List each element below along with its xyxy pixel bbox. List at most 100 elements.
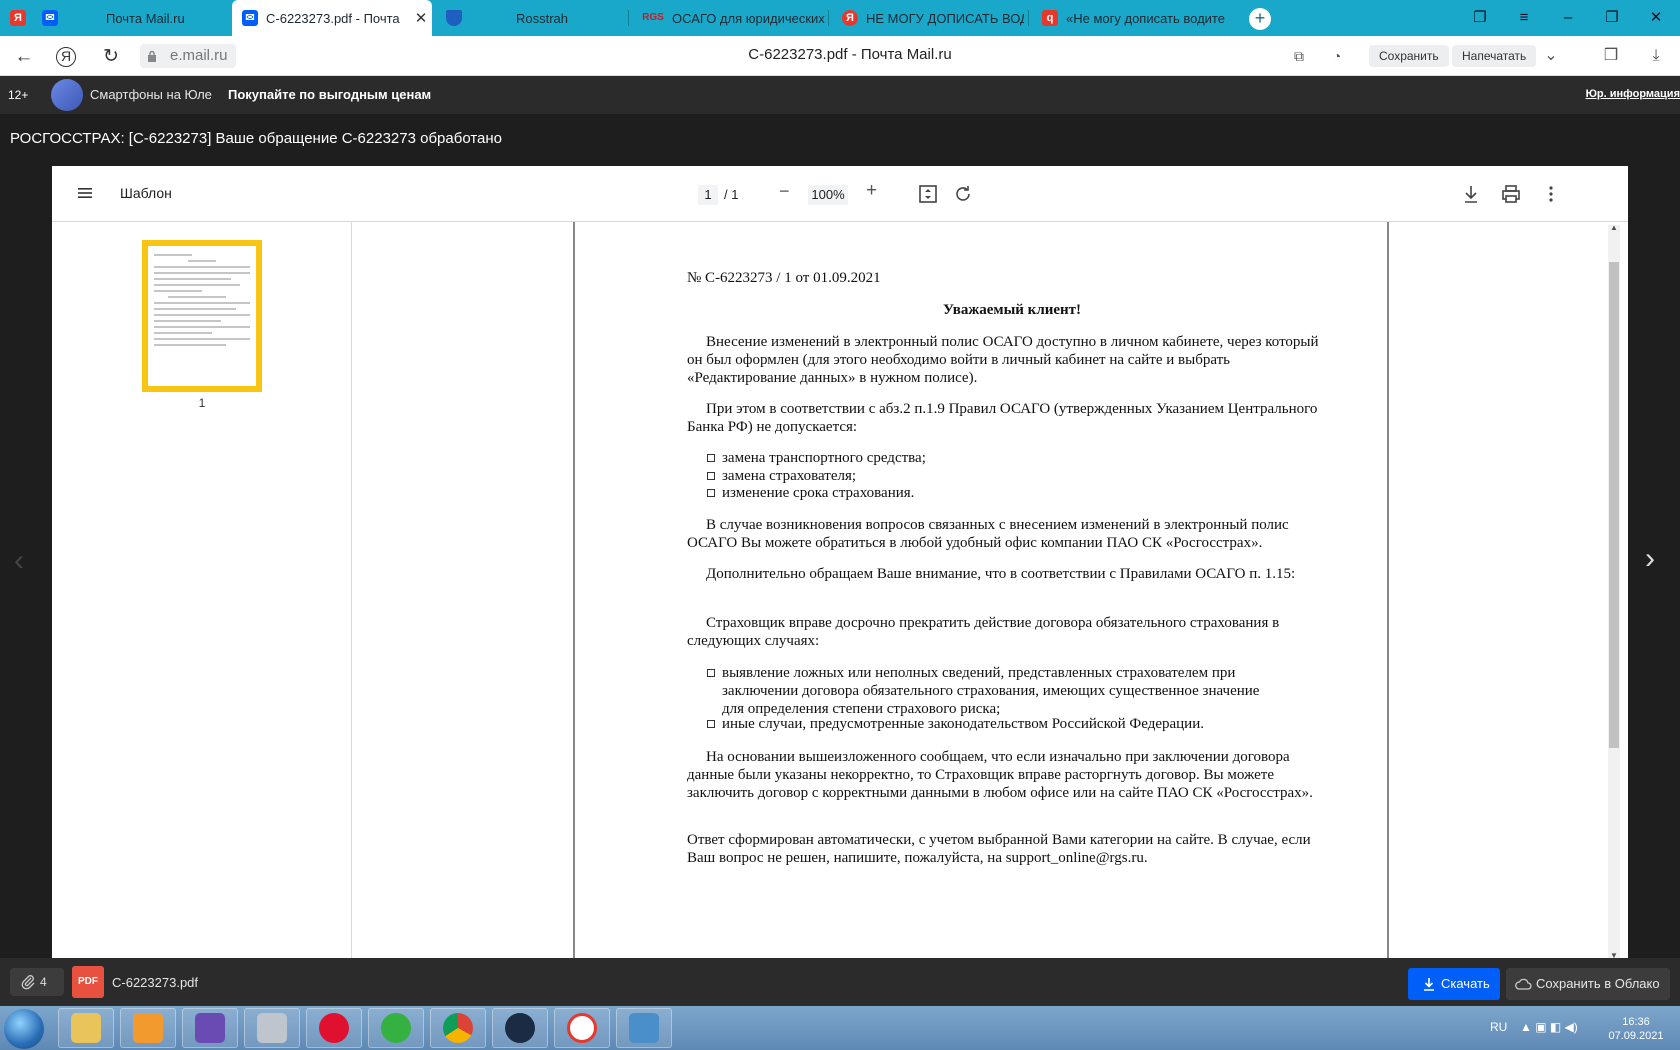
- attachment-bar: 4 PDF C-6223273.pdf Скачать Сохранить в …: [0, 958, 1680, 1006]
- language-indicator[interactable]: RU: [1490, 1020, 1507, 1034]
- zoom-in-icon[interactable]: +: [866, 180, 877, 202]
- tab-yandex[interactable]: Я: [0, 0, 30, 36]
- yandex-icon: Я: [842, 10, 858, 26]
- tab-divider: [828, 10, 829, 26]
- document-area: № C-6223273 / 1 от 01.09.2021 Уважаемый …: [352, 222, 1628, 958]
- close-window-icon[interactable]: ✕: [1644, 8, 1668, 28]
- age-rating: 12+: [8, 88, 29, 102]
- tab-osago[interactable]: RGS ОСАГО для юридических: [632, 0, 826, 36]
- tab-rosstrah[interactable]: Rosstrah: [436, 0, 626, 36]
- document-paragraph: Страховщик вправе досрочно прекратить де…: [687, 615, 1280, 649]
- icq-taskbar-icon[interactable]: [368, 1008, 424, 1048]
- explorer-taskbar-icon[interactable]: [58, 1008, 114, 1048]
- page-thumbnail[interactable]: [142, 240, 262, 392]
- mail-icon: ✉: [242, 10, 258, 26]
- opera-taskbar-icon[interactable]: [306, 1008, 362, 1048]
- attachment-filename[interactable]: C-6223273.pdf: [112, 975, 198, 990]
- download-button[interactable]: Скачать: [1408, 968, 1500, 1000]
- fit-page-icon[interactable]: [917, 183, 939, 205]
- print-button[interactable]: Напечатать: [1452, 45, 1537, 67]
- rgs-icon: RGS: [642, 12, 664, 23]
- chrome-taskbar-icon[interactable]: [430, 1008, 486, 1048]
- scroll-up-icon[interactable]: ▲: [1610, 223, 1618, 232]
- scroll-down-icon[interactable]: ▼: [1610, 951, 1618, 958]
- collections-icon[interactable]: ❒: [1600, 45, 1622, 67]
- os-taskbar: RU ▲ ▣ ◧ ◀) 16:36 07.09.2021: [0, 1006, 1680, 1050]
- copy-icon[interactable]: ⧉: [1288, 45, 1310, 67]
- ad-title[interactable]: Смартфоны на Юле: [90, 87, 212, 102]
- alice-icon[interactable]: ◔: [1326, 45, 1348, 67]
- more-options-icon[interactable]: [1540, 183, 1562, 205]
- yandex-q-icon: q: [1042, 10, 1058, 26]
- minimize-icon[interactable]: –: [1556, 8, 1580, 28]
- picture-viewer-taskbar-icon[interactable]: [616, 1008, 672, 1048]
- menu-icon[interactable]: ≡: [1512, 8, 1536, 28]
- restore-icon[interactable]: ❐: [1600, 8, 1624, 28]
- ad-banner[interactable]: 12+ Смартфоны на Юле Покупайте по выгодн…: [0, 76, 1680, 114]
- print-icon[interactable]: [1500, 183, 1522, 205]
- close-tab-icon[interactable]: ✕: [410, 9, 432, 27]
- legal-info-link[interactable]: Юр. информация: [1586, 88, 1680, 100]
- download-icon[interactable]: [1460, 183, 1482, 205]
- document-paragraph: Внесение изменений в электронный полис О…: [687, 334, 1319, 386]
- pdf-toolbar: Шаблон 1 / 1 − 100% +: [52, 166, 1628, 222]
- paperclip-icon: [21, 975, 35, 990]
- bookmarks-icon[interactable]: ❐: [1468, 8, 1492, 28]
- tab-divider: [1028, 10, 1029, 26]
- visual-studio-taskbar-icon[interactable]: [182, 1008, 238, 1048]
- next-arrow-icon[interactable]: ›: [1645, 542, 1655, 576]
- yandex-icon: Я: [10, 10, 26, 26]
- attachments-count-button[interactable]: 4: [10, 968, 64, 996]
- zoom-out-icon[interactable]: −: [779, 181, 790, 202]
- back-icon[interactable]: ←: [12, 46, 36, 68]
- start-button[interactable]: [4, 1009, 44, 1049]
- chevron-down-icon[interactable]: ⌄: [1540, 45, 1562, 67]
- document-number: № C-6223273 / 1 от 01.09.2021: [687, 270, 881, 286]
- tab-divider: [628, 10, 629, 26]
- save-button[interactable]: Сохранить: [1369, 45, 1449, 67]
- hamburger-icon[interactable]: [76, 184, 94, 202]
- yandex-browser-taskbar-icon[interactable]: [554, 1008, 610, 1048]
- page-number-input[interactable]: 1: [698, 185, 718, 205]
- rotate-icon[interactable]: [952, 183, 974, 205]
- camera-taskbar-icon[interactable]: [492, 1008, 548, 1048]
- page-title: C-6223273.pdf - Почта Mail.ru: [748, 46, 952, 63]
- document-title: Шаблон: [120, 185, 172, 201]
- thumbnail-sidebar: 1: [52, 222, 352, 958]
- system-tray-icons[interactable]: ▲ ▣ ◧ ◀): [1520, 1020, 1578, 1034]
- tab-yandex-q2[interactable]: q «Не могу дописать водите: [1032, 0, 1232, 36]
- scrollbar[interactable]: ▲ ▼: [1608, 223, 1620, 958]
- media-player-taskbar-icon[interactable]: [120, 1008, 176, 1048]
- shield-icon: [446, 10, 462, 26]
- download-icon: [1424, 978, 1434, 991]
- lock-icon: [148, 50, 156, 62]
- reload-icon[interactable]: ↻: [99, 46, 123, 68]
- pdf-page: № C-6223273 / 1 от 01.09.2021 Уважаемый …: [573, 222, 1389, 958]
- tab-mail-inbox[interactable]: ✉ Почта Mail.ru: [32, 0, 228, 36]
- pdf-file-icon[interactable]: PDF: [72, 966, 104, 998]
- ad-text[interactable]: Покупайте по выгодным ценам: [228, 87, 431, 102]
- mail-icon: ✉: [42, 10, 58, 26]
- document-paragraph: В случае возникновения вопросов связанны…: [687, 517, 1289, 551]
- download-icon[interactable]: ⤓: [1645, 45, 1667, 67]
- document-paragraph: На основании вышеизложенного сообщаем, ч…: [687, 749, 1313, 801]
- page-total: / 1: [724, 187, 739, 202]
- previous-arrow-icon[interactable]: ‹: [14, 544, 24, 578]
- document-paragraph: Дополнительно обращаем Ваше внимание, чт…: [706, 566, 1296, 582]
- tab-pdf-active[interactable]: ✉ C-6223273.pdf - Почта ✕: [232, 0, 432, 36]
- new-tab-button[interactable]: +: [1249, 8, 1271, 30]
- zoom-level-input[interactable]: 100%: [808, 185, 848, 205]
- printer-taskbar-icon[interactable]: [244, 1008, 300, 1048]
- scrollbar-thumb[interactable]: [1609, 262, 1619, 748]
- tab-yandex-q1[interactable]: Я НЕ МОГУ ДОПИСАТЬ ВОД: [832, 0, 1024, 36]
- browser-tab-bar: Я ✉ Почта Mail.ru ✉ C-6223273.pdf - Почт…: [0, 0, 1680, 36]
- yandex-logo-icon[interactable]: Я: [56, 47, 76, 67]
- clock-date: 07.09.2021: [1608, 1030, 1664, 1042]
- thumbnail-label: 1: [198, 396, 206, 410]
- system-clock[interactable]: 16:36 07.09.2021: [1598, 1015, 1674, 1043]
- cloud-icon: [1515, 978, 1532, 990]
- email-subject: РОСГОССТРАХ: [C-6223273] Ваше обращение …: [10, 130, 503, 147]
- document-paragraph: Ответ сформирован автоматически, с учето…: [687, 832, 1311, 866]
- document-paragraph: При этом в соответствии с абз.2 п.1.9 Пр…: [687, 401, 1318, 435]
- clock-time: 16:36: [1622, 1016, 1650, 1028]
